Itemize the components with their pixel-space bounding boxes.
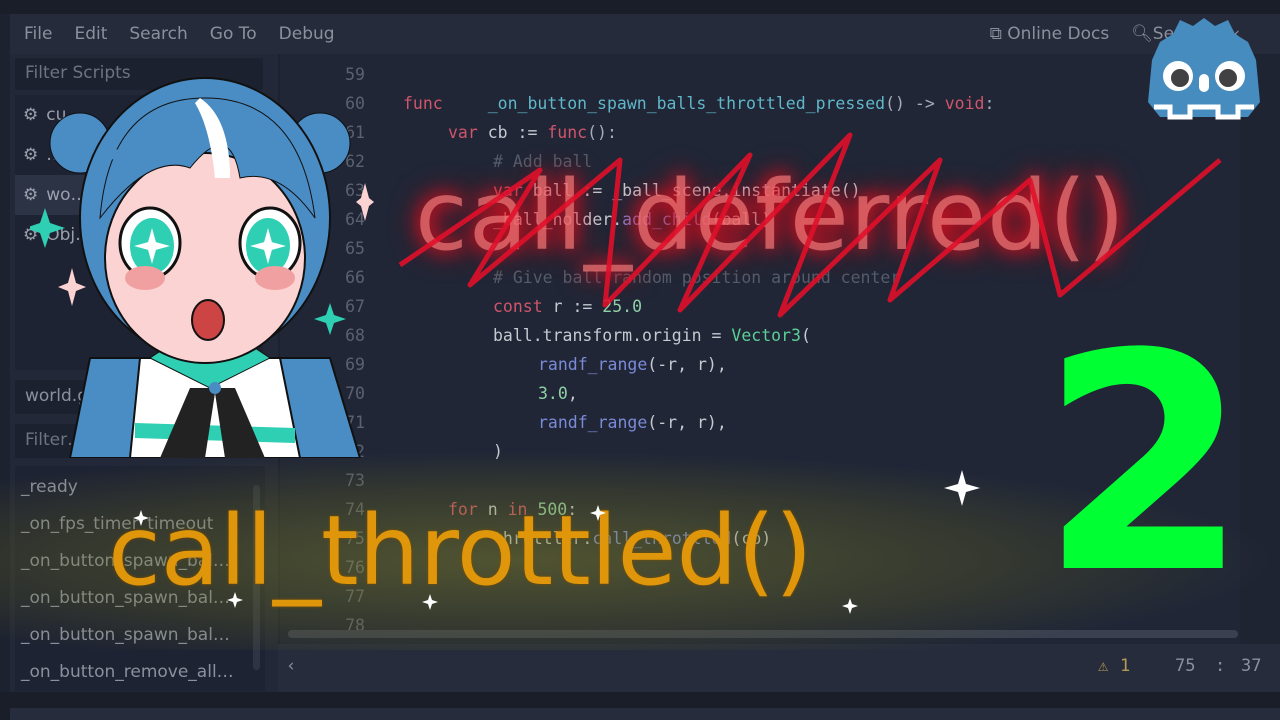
sparkle-icon <box>422 594 438 610</box>
godot-logo <box>1148 18 1260 120</box>
sparkle-icon <box>944 470 980 506</box>
sparkle-icon <box>842 598 858 614</box>
sparkle-icon <box>227 592 243 608</box>
anime-character-illustration <box>30 77 374 458</box>
sparkle-icon <box>590 505 606 521</box>
sparkle-icon <box>133 510 149 526</box>
